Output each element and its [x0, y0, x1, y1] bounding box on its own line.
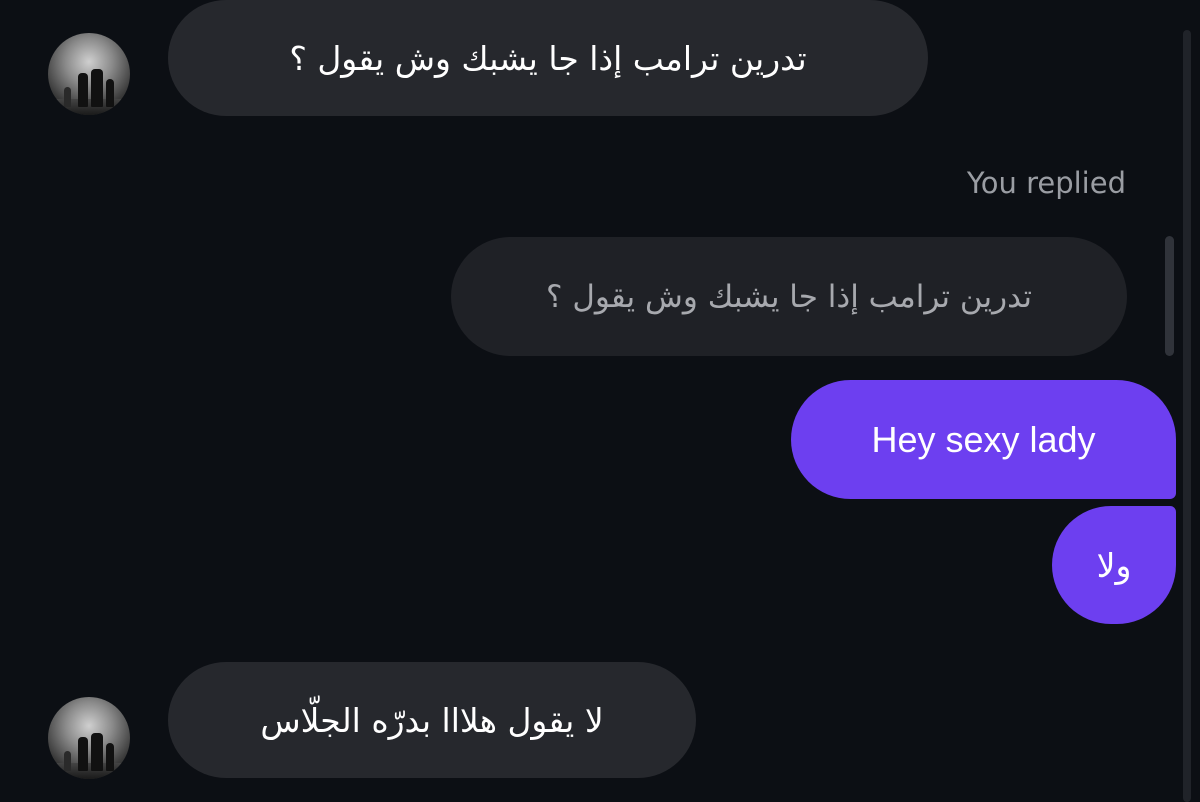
scrollbar[interactable] [1183, 30, 1191, 802]
incoming-message-bubble[interactable]: لا يقول هلااا بدرّه الجلّاس [168, 662, 696, 778]
avatar-photo-figure [106, 743, 114, 771]
outgoing-message-bubble[interactable]: ولا [1052, 506, 1176, 624]
quoted-scroll-indicator [1165, 236, 1174, 356]
contact-avatar[interactable] [48, 697, 130, 779]
avatar-photo-figure [106, 79, 114, 107]
avatar-photo-figure [91, 733, 103, 771]
incoming-message-bubble[interactable]: تدرين ترامب إذا جا يشبك وش يقول ؟ [168, 0, 928, 116]
avatar-photo-figure [91, 69, 103, 107]
avatar-photo-figure [78, 73, 88, 107]
reply-context-label: You replied [966, 166, 1126, 200]
outgoing-message-bubble[interactable]: Hey sexy lady [791, 380, 1176, 499]
avatar-photo-ground [48, 763, 130, 779]
avatar-photo-figure [78, 737, 88, 771]
quoted-message-bubble[interactable]: تدرين ترامب إذا جا يشبك وش يقول ؟ [451, 237, 1127, 356]
contact-avatar[interactable] [48, 33, 130, 115]
avatar-photo-ground [48, 99, 130, 115]
avatar-photo-figure [64, 751, 71, 771]
avatar-photo-figure [64, 87, 71, 107]
